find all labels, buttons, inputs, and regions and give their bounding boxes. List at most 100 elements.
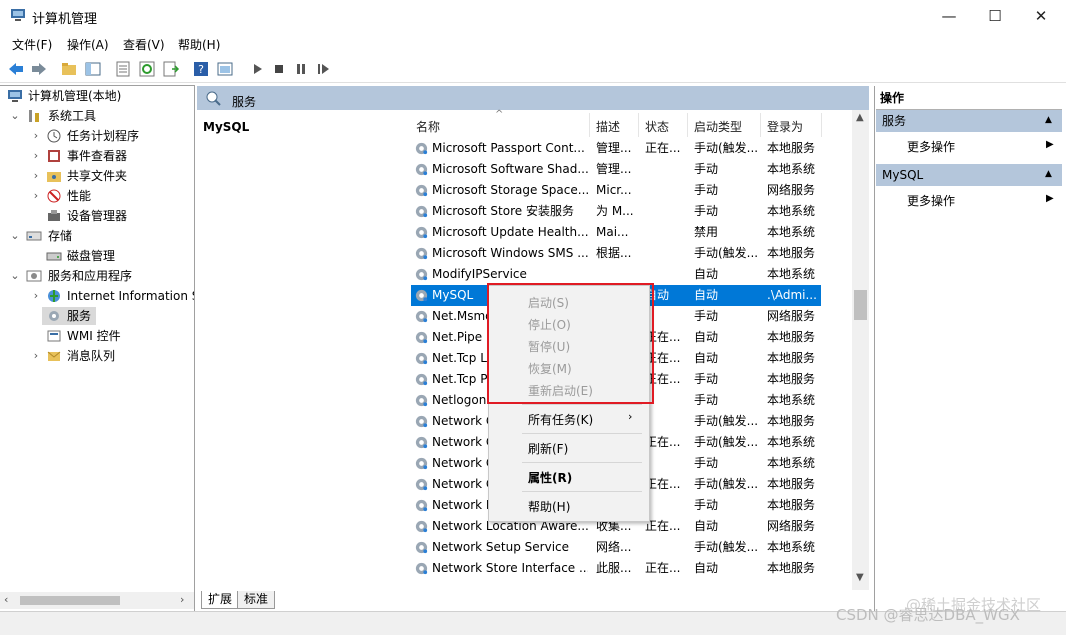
scroll-left-arrow-icon[interactable]: ‹ (4, 593, 8, 606)
column-header-startup-type[interactable]: 启动类型 (694, 118, 742, 135)
menu-help[interactable]: 帮助(H) (178, 36, 220, 53)
properties-sheet-icon[interactable] (114, 60, 132, 78)
help-icon[interactable]: ? (192, 60, 210, 78)
service-cell-status: 正在... (645, 561, 681, 575)
tab-standard[interactable]: 标准 (237, 591, 275, 609)
tree-item-services[interactable]: 服务 (0, 306, 194, 326)
tab-extended[interactable]: 扩展 (201, 591, 239, 609)
collapse-up-icon[interactable]: ▲ (1045, 115, 1052, 125)
service-row[interactable]: Microsoft Software Shad... 管理... 手动 本地系统 (411, 159, 821, 180)
service-cell-logon: 本地系统 (767, 456, 816, 470)
tree-item-device-manager[interactable]: 设备管理器 (0, 206, 194, 226)
tree-item-shared-folders[interactable]: › 共享文件夹 (0, 166, 194, 186)
menu-view[interactable]: 查看(V) (123, 36, 165, 53)
expand-chevron-icon[interactable]: › (30, 346, 42, 366)
service-cell-startup: 自动 (694, 330, 719, 344)
scroll-thumb[interactable] (854, 290, 867, 320)
service-row[interactable]: Network Store Interface ... 此服... 正在... 自动 本… (411, 558, 821, 579)
expand-chevron-icon[interactable]: › (30, 186, 42, 206)
gear-icon (415, 142, 428, 155)
tree-item-performance[interactable]: › 性能 (0, 186, 194, 206)
gear-icon (415, 289, 428, 302)
restart-service-icon[interactable] (314, 60, 332, 78)
column-header-status[interactable]: 状态 (645, 118, 669, 135)
ctx-properties[interactable]: 属性(R) (528, 469, 572, 486)
column-divider[interactable] (821, 113, 822, 137)
ctx-all-tasks[interactable]: 所有任务(K) (528, 411, 593, 428)
forward-arrow-icon[interactable] (30, 60, 48, 78)
service-cell-startup: 手动 (694, 498, 719, 512)
service-row[interactable]: Microsoft Windows SMS ... 根据... 手动(触发... 本地… (411, 243, 821, 264)
submenu-arrow-icon: › (628, 410, 633, 423)
submenu-arrow-icon: ▶ (1046, 193, 1054, 204)
service-row[interactable]: Microsoft Store 安装服务 为 M... 手动 本地系统 (411, 201, 821, 222)
service-cell-logon: 网络服务 (767, 309, 816, 323)
service-row[interactable]: ModifyIPService 自动 本地系统 (411, 264, 821, 285)
tree-item-system-tools[interactable]: ⌄ 系统工具 (0, 106, 194, 126)
close-button[interactable]: ✕ (1018, 0, 1064, 32)
more-actions-mysql[interactable]: 更多操作 (907, 192, 955, 209)
ctx-refresh[interactable]: 刷新(F) (528, 440, 568, 457)
tree-item-event-viewer[interactable]: › 事件查看器 (0, 146, 194, 166)
collapse-chevron-icon[interactable]: ⌄ (9, 226, 21, 246)
service-row[interactable]: Microsoft Passport Cont... 管理... 正在... 手动(触… (411, 138, 821, 159)
gear-icon (415, 436, 428, 449)
collapse-chevron-icon[interactable]: ⌄ (9, 106, 21, 126)
show-hide-tree-icon[interactable] (84, 60, 102, 78)
tree-item-services-apps[interactable]: ⌄ 服务和应用程序 (0, 266, 194, 286)
column-divider[interactable] (687, 113, 688, 137)
actions-section-mysql[interactable]: MySQL (876, 164, 1062, 186)
services-vertical-scrollbar[interactable]: ▲ ▼ (852, 110, 869, 590)
gear-icon (415, 331, 428, 344)
expand-chevron-icon[interactable]: › (30, 126, 42, 146)
tree-item-wmi[interactable]: WMI 控件 (0, 326, 194, 346)
service-cell-desc: 为 M... (596, 204, 634, 218)
collapse-chevron-icon[interactable]: ⌄ (9, 266, 21, 286)
expand-chevron-icon[interactable]: › (30, 146, 42, 166)
service-row[interactable]: Microsoft Update Health... Mai... 禁用 本地系统 (411, 222, 821, 243)
start-service-icon[interactable] (248, 60, 266, 78)
tree-horizontal-scrollbar[interactable]: ‹ › (0, 592, 194, 609)
tree-item-iis[interactable]: › Internet Information S (0, 286, 194, 306)
export-list-icon[interactable] (162, 60, 180, 78)
column-divider[interactable] (638, 113, 639, 137)
column-header-description[interactable]: 描述 (596, 118, 620, 135)
ctx-help[interactable]: 帮助(H) (528, 498, 570, 515)
scroll-down-arrow-icon[interactable]: ▼ (856, 572, 864, 583)
back-arrow-icon[interactable] (7, 60, 25, 78)
service-cell-logon: 网络服务 (767, 519, 816, 533)
column-divider[interactable] (589, 113, 590, 137)
actions-section-services[interactable]: 服务 (876, 110, 1062, 132)
scroll-right-arrow-icon[interactable]: › (180, 593, 184, 606)
menu-action[interactable]: 操作(A) (67, 36, 109, 53)
window-title: 计算机管理 (32, 12, 98, 27)
menu-file[interactable]: 文件(F) (12, 36, 52, 53)
tree-item-message-queue[interactable]: › 消息队列 (0, 346, 194, 366)
gear-icon (415, 562, 428, 575)
stop-service-icon[interactable] (270, 60, 288, 78)
view-pane-icon[interactable] (216, 60, 234, 78)
scroll-up-arrow-icon[interactable]: ▲ (856, 112, 864, 123)
pause-service-icon[interactable] (292, 60, 310, 78)
service-cell-name: ModifyIPService (432, 267, 527, 281)
service-cell-logon: .\Admi... (767, 288, 817, 302)
refresh-icon[interactable] (138, 60, 156, 78)
column-header-name[interactable]: 名称 (416, 118, 440, 135)
expand-chevron-icon[interactable]: › (30, 286, 42, 306)
service-row[interactable]: Microsoft Storage Space... Micr... 手动 网络服务 (411, 180, 821, 201)
minimize-button[interactable]: — (926, 0, 972, 32)
tree-item-root[interactable]: 计算机管理(本地) (0, 86, 194, 106)
tree-label-iis: Internet Information S (67, 289, 195, 303)
more-actions-services[interactable]: 更多操作 (907, 138, 955, 155)
column-header-logon-as[interactable]: 登录为 (767, 118, 803, 135)
maximize-button[interactable]: ☐ (972, 0, 1018, 32)
expand-chevron-icon[interactable]: › (30, 166, 42, 186)
scroll-thumb[interactable] (20, 596, 120, 605)
folder-up-icon[interactable] (60, 60, 78, 78)
column-divider[interactable] (760, 113, 761, 137)
tree-item-task-scheduler[interactable]: › 任务计划程序 (0, 126, 194, 146)
service-row[interactable]: Network Setup Service 网络... 手动(触发... 本地系统 (411, 537, 821, 558)
tree-item-disk-management[interactable]: 磁盘管理 (0, 246, 194, 266)
tree-item-storage[interactable]: ⌄ 存储 (0, 226, 194, 246)
collapse-up-icon[interactable]: ▲ (1045, 169, 1052, 179)
